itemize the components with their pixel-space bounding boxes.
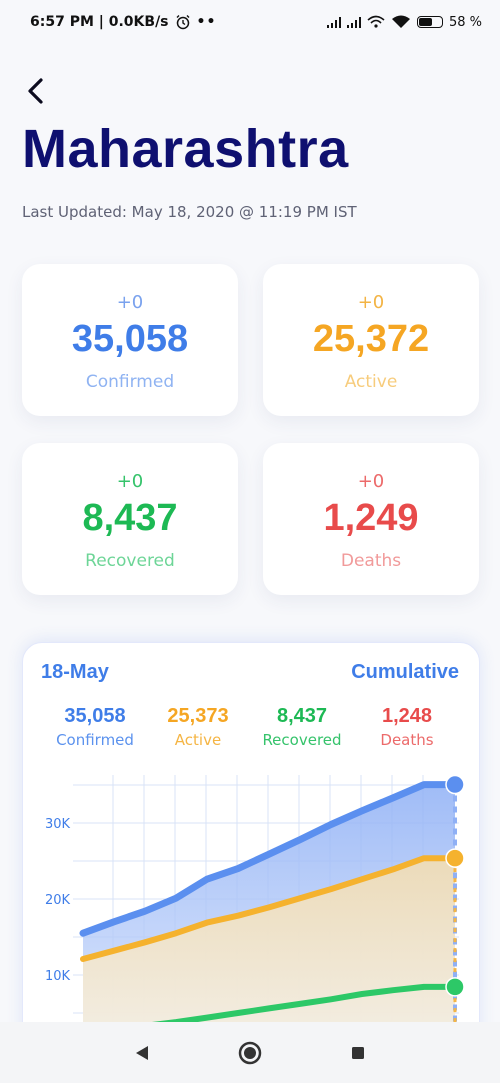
confirmed-card: +0 35,058 Confirmed bbox=[22, 264, 238, 416]
deaths-value: 1,249 bbox=[323, 497, 419, 539]
recovered-point bbox=[445, 977, 465, 997]
back-triangle-icon bbox=[136, 1045, 148, 1060]
nav-home-button[interactable] bbox=[235, 1038, 265, 1068]
more-dots-icon: •• bbox=[196, 14, 217, 30]
active-delta: +0 bbox=[357, 292, 385, 313]
timeseries-card: 18-May Cumulative 35,058 Confirmed 25,37… bbox=[22, 642, 480, 1083]
active-point bbox=[445, 848, 465, 868]
recovered-card: +0 8,437 Recovered bbox=[22, 443, 238, 595]
wifi-icon bbox=[391, 15, 410, 28]
wifi-calling-icon bbox=[367, 15, 385, 28]
system-nav-bar bbox=[0, 1022, 500, 1083]
deaths-delta: +0 bbox=[357, 471, 385, 492]
alarm-icon bbox=[176, 15, 190, 30]
active-value: 25,372 bbox=[312, 318, 430, 360]
battery-percent: 58 % bbox=[448, 14, 482, 30]
active-label: Active bbox=[344, 372, 398, 392]
chevron-left-icon bbox=[28, 78, 43, 104]
nav-back-button[interactable] bbox=[127, 1038, 157, 1068]
home-circle-icon bbox=[238, 1041, 262, 1064]
y-tick-label: 10K bbox=[45, 969, 71, 984]
last-updated: Last Updated: May 18, 2020 @ 11:19 PM IS… bbox=[22, 203, 357, 221]
status-bar: 6:57 PM | 0.0KB/s •• 58 % bbox=[0, 0, 500, 44]
confirmed-point bbox=[445, 774, 465, 795]
deaths-label: Deaths bbox=[340, 551, 402, 571]
recents-square-icon bbox=[352, 1046, 364, 1059]
recovered-value: 8,437 bbox=[82, 497, 178, 539]
y-tick-label: 20K bbox=[45, 893, 71, 908]
status-left: 6:57 PM | 0.0KB/s •• bbox=[30, 14, 216, 30]
signal-icon bbox=[346, 16, 361, 28]
confirmed-label: Confirmed bbox=[85, 372, 175, 392]
status-time: 6:57 PM | 0.0KB/s bbox=[30, 14, 169, 30]
signal-icon bbox=[326, 16, 341, 28]
active-card: +0 25,372 Active bbox=[263, 264, 479, 416]
deaths-card: +0 1,249 Deaths bbox=[263, 443, 479, 595]
cases-chart[interactable]: 10K 20K 30K bbox=[23, 643, 480, 1083]
page-title: Maharashtra bbox=[22, 119, 349, 179]
status-right: 58 % bbox=[326, 14, 482, 30]
back-button[interactable] bbox=[22, 74, 52, 108]
recovered-delta: +0 bbox=[116, 471, 144, 492]
nav-recents-button[interactable] bbox=[343, 1038, 373, 1068]
battery-icon bbox=[416, 16, 443, 28]
confirmed-value: 35,058 bbox=[71, 318, 189, 360]
confirmed-delta: +0 bbox=[116, 292, 144, 313]
y-tick-label: 30K bbox=[45, 817, 71, 832]
recovered-label: Recovered bbox=[85, 551, 175, 571]
